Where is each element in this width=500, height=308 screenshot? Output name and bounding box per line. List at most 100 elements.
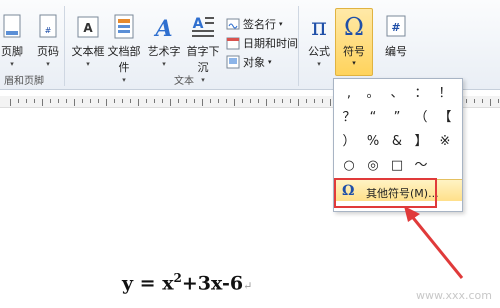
wordart-icon: A [153,16,172,40]
number-label: 编号 [385,45,407,58]
symbol-cell[interactable]: ” [386,107,408,129]
ruler-tick [274,99,275,103]
ruler-tick [26,99,27,103]
ruler-tick [98,99,99,103]
wordart-button[interactable]: A 艺术字 ▾ [144,12,184,68]
ruler-tick [330,99,331,106]
quick-parts-label: 文档部件 [107,45,141,74]
symbol-cell[interactable]: % [362,131,384,153]
ruler-tick [130,99,131,103]
chevron-down-icon: ▾ [46,60,50,68]
footer-label: 页脚 [1,45,23,58]
chevron-down-icon: ▾ [162,60,166,68]
object-icon [226,55,240,69]
object-button[interactable]: 对象 ▾ [226,54,272,70]
symbol-cell[interactable]: □ [386,155,408,177]
watermark: www.xxx.com [416,289,492,302]
ruler-tick [322,99,323,103]
ruler-tick [146,99,147,103]
symbol-cell[interactable]: 、 [386,83,408,105]
ruler-tick [194,99,195,103]
svg-text:A: A [83,21,93,35]
number-icon: # [386,15,406,37]
symbol-cell[interactable]: （ [410,107,432,129]
symbol-cell[interactable]: ○ [338,155,360,177]
chevron-down-icon: ▾ [122,76,126,84]
ruler-tick [218,99,219,103]
symbol-cell[interactable]: , [338,83,360,105]
symbol-button[interactable]: Ω 符号 ▾ [335,8,373,76]
symbol-cell[interactable]: ～ [410,155,432,177]
ruler-tick [258,99,259,103]
footer-icon [3,14,21,38]
ruler-tick [314,99,315,103]
formula-suffix: +3x-6 [181,272,244,295]
svg-text:A: A [193,16,204,32]
symbol-cell[interactable]: ！ [434,83,456,105]
paragraph-mark-icon: ↵ [243,279,253,293]
header-footer-group-label: 眉和页脚 [4,76,44,87]
svg-text:#: # [45,26,52,35]
chevron-down-icon: ▾ [268,58,272,66]
ruler-tick [154,99,155,103]
equation-label: 公式 [308,45,330,58]
chevron-down-icon: ▾ [317,60,321,68]
ruler-tick [290,99,291,103]
ruler-tick [170,99,171,106]
object-label: 对象 [243,56,265,69]
symbol-cell[interactable]: & [386,131,408,153]
ruler-tick [490,99,491,106]
textbox-icon: A [77,16,99,38]
symbol-label: 符号 [343,45,365,58]
chevron-down-icon: ▾ [279,20,283,28]
signature-line-label: 签名行 [243,18,276,31]
symbol-cell[interactable]: “ [362,107,384,129]
svg-text:A: A [153,16,172,40]
ruler-tick [114,99,115,103]
formula-text[interactable]: y = x2+3x-6↵ [122,271,252,294]
ruler-tick [18,99,19,103]
ruler-tick [282,99,283,103]
ruler-tick [50,99,51,103]
symbol-cell[interactable]: ※ [434,131,456,153]
calendar-icon [226,37,240,50]
symbol-cell[interactable]: ） [338,131,360,153]
date-time-button[interactable]: 日期和时间 [226,35,298,51]
symbol-cell[interactable]: 。 [362,83,384,105]
textbox-button[interactable]: A 文本框 ▾ [68,12,108,68]
ruler-tick [226,99,227,103]
equation-button[interactable]: π 公式 ▾ [299,12,339,68]
chevron-down-icon: ▾ [201,76,205,84]
pi-icon: π [311,13,327,41]
date-time-label: 日期和时间 [243,37,298,50]
ruler-tick [306,99,307,103]
quick-parts-button[interactable]: 文档部件 ▾ [104,12,144,84]
ruler-tick [58,99,59,103]
symbol-cell[interactable]: ： [410,83,432,105]
chevron-down-icon: ▾ [352,59,356,67]
ruler-tick [90,99,91,103]
ruler-tick [466,99,467,103]
quick-parts-icon [114,14,134,39]
symbol-cell[interactable]: 【 [434,107,456,129]
ruler-tick [42,99,43,106]
ruler-tick [474,99,475,103]
number-button[interactable]: # 编号 [376,12,416,68]
drop-cap-label: 首字下沉 [186,45,220,74]
signature-line-icon [226,18,240,30]
signature-line-button[interactable]: 签名行 ▾ [226,16,283,32]
header-footer-group: 页脚 ▾ # 页码 ▾ 眉和页脚 [0,0,62,90]
symbol-cell[interactable]: ◎ [362,155,384,177]
ruler-tick [250,99,251,103]
page-number-button[interactable]: # 页码 ▾ [28,12,68,68]
drop-cap-button[interactable]: A 首字下沉 ▾ [183,12,223,84]
ruler-tick [74,99,75,106]
symbol-cell[interactable]: 】 [410,131,432,153]
ruler-tick [162,99,163,103]
svg-text:#: # [391,21,400,34]
symbol-cell[interactable]: ？ [338,107,360,129]
ruler-tick [242,99,243,103]
ruler-tick [178,99,179,103]
wordart-label: 艺术字 [147,45,181,58]
ruler-tick [10,99,11,106]
